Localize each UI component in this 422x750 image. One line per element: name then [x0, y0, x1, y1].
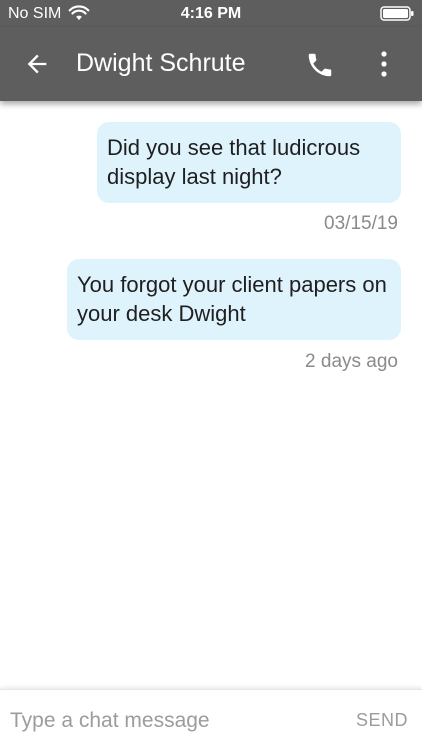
send-button[interactable]: SEND: [356, 710, 408, 731]
arrow-left-icon[interactable]: [22, 50, 52, 78]
status-time: 4:16 PM: [180, 5, 242, 22]
composer-bar: SEND: [0, 689, 422, 750]
app-bar: Dwight Schrute: [0, 27, 422, 101]
status-bar: No SIM 4:16 PM: [0, 0, 422, 27]
chat-screen: No SIM 4:16 PM Dwight Schrute Did you se: [0, 0, 422, 750]
message-timestamp: 2 days ago: [305, 351, 398, 372]
contact-name: Dwight Schrute: [76, 49, 246, 77]
battery-icon: [380, 6, 414, 21]
chat-message-input[interactable]: [10, 704, 330, 738]
message-text: You forgot your client papers on your de…: [67, 259, 401, 340]
message-bubble: You forgot your client papers on your de…: [67, 259, 401, 340]
message-list[interactable]: Did you see that ludicrous display last …: [0, 101, 422, 689]
message-text: Did you see that ludicrous display last …: [97, 122, 401, 203]
message-timestamp: 03/15/19: [324, 213, 398, 234]
phone-icon[interactable]: [305, 50, 335, 80]
message-bubble: Did you see that ludicrous display last …: [97, 122, 401, 203]
more-vert-icon[interactable]: [376, 49, 392, 79]
